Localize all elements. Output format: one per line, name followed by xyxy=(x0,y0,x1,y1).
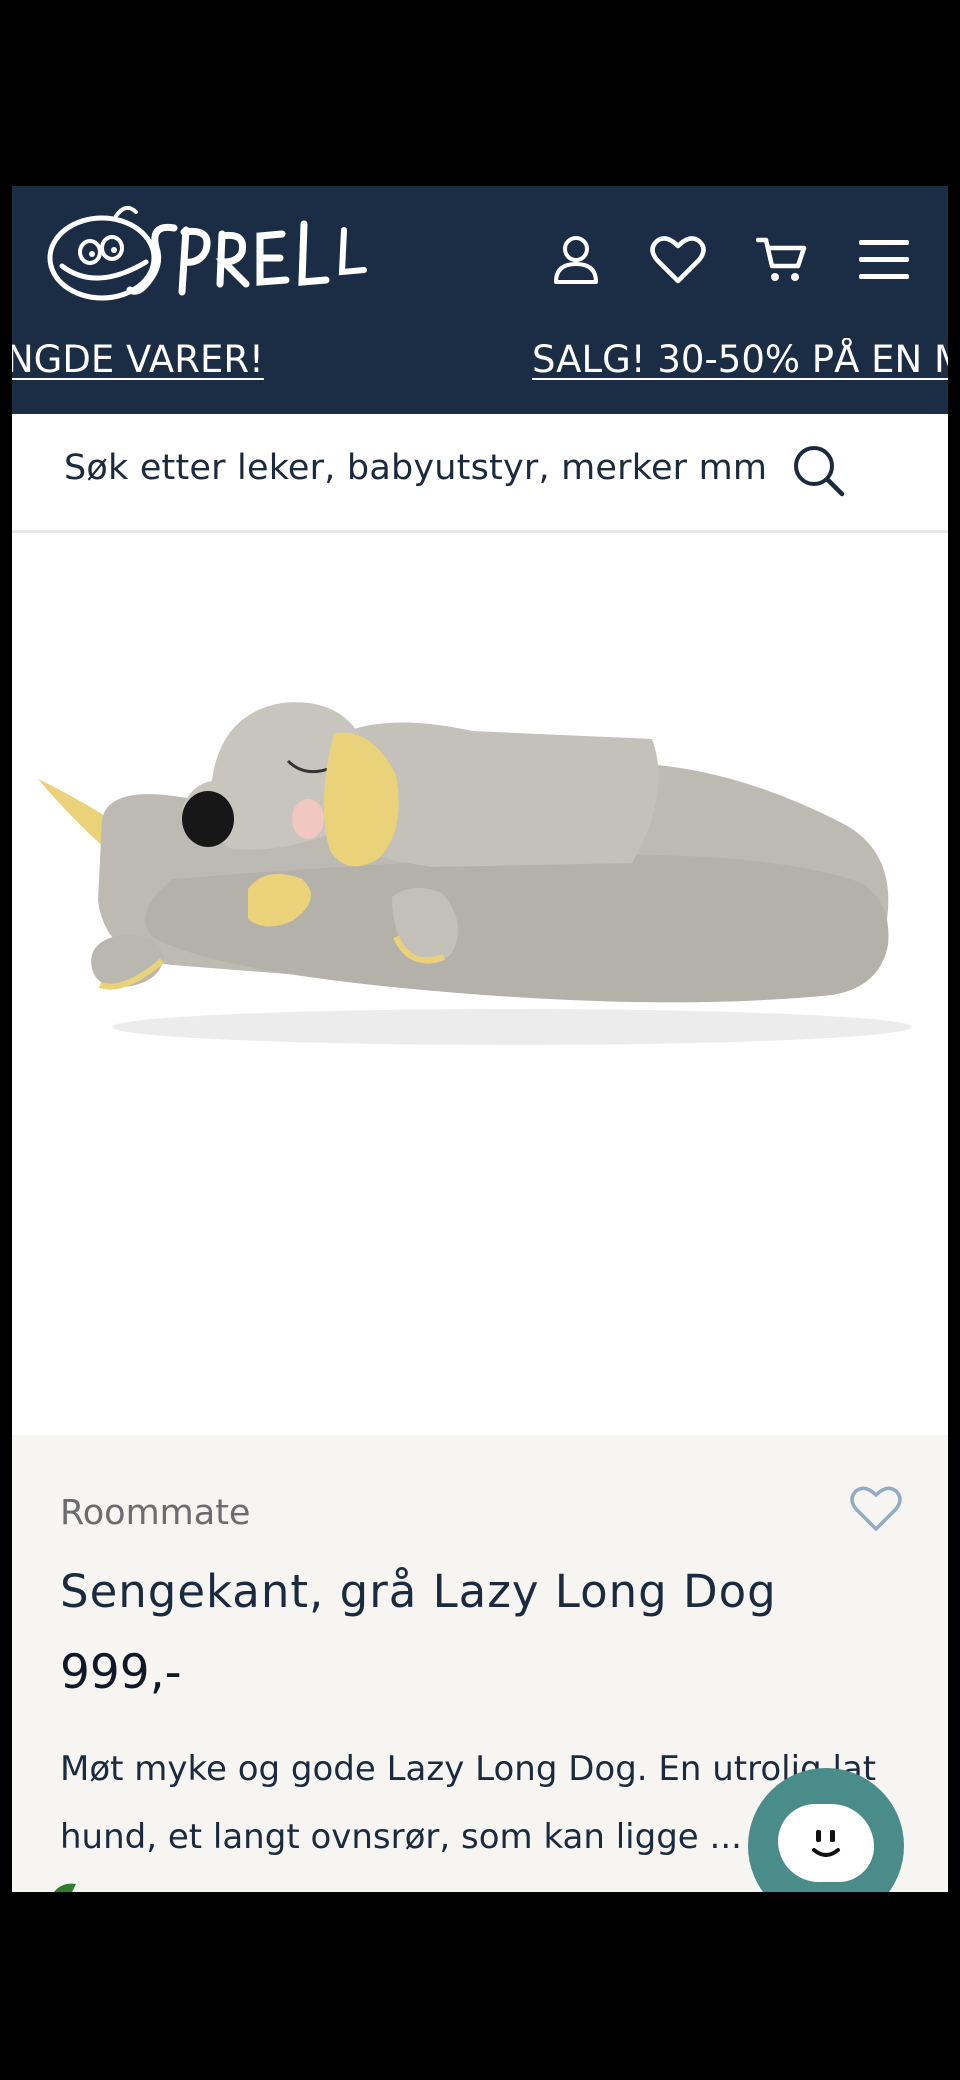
search-input[interactable]: Søk etter leker, babyutstyr, merker mm xyxy=(64,448,767,488)
site-header: NGDE VARER! SALG! 30-50% PÅ EN ME xyxy=(12,186,948,414)
chat-smiley-icon xyxy=(778,1804,874,1882)
leaf-icon xyxy=(54,1883,76,1892)
product-price: 999,- xyxy=(60,1645,182,1700)
search-bar[interactable]: Søk etter leker, babyutstyr, merker mm xyxy=(12,414,948,533)
sprell-logo[interactable] xyxy=(46,200,376,310)
menu-icon[interactable] xyxy=(854,230,914,290)
product-title: Sengekant, grå Lazy Long Dog xyxy=(60,1565,777,1618)
promo-link-1[interactable]: NGDE VARER! xyxy=(12,338,264,381)
heart-icon[interactable] xyxy=(648,230,708,290)
search-icon[interactable] xyxy=(790,442,848,500)
promo-banner: NGDE VARER! SALG! 30-50% PÅ EN ME xyxy=(12,338,948,394)
user-icon[interactable] xyxy=(546,230,606,290)
phone-screen: NGDE VARER! SALG! 30-50% PÅ EN ME Søk et… xyxy=(12,186,948,1892)
promo-link-2[interactable]: SALG! 30-50% PÅ EN ME xyxy=(532,338,948,381)
lazy-long-dog-illustration xyxy=(38,702,912,1045)
product-brand[interactable]: Roommate xyxy=(60,1493,250,1533)
product-image[interactable] xyxy=(12,533,948,1435)
cart-icon[interactable] xyxy=(752,230,812,290)
heart-icon[interactable] xyxy=(848,1481,904,1537)
